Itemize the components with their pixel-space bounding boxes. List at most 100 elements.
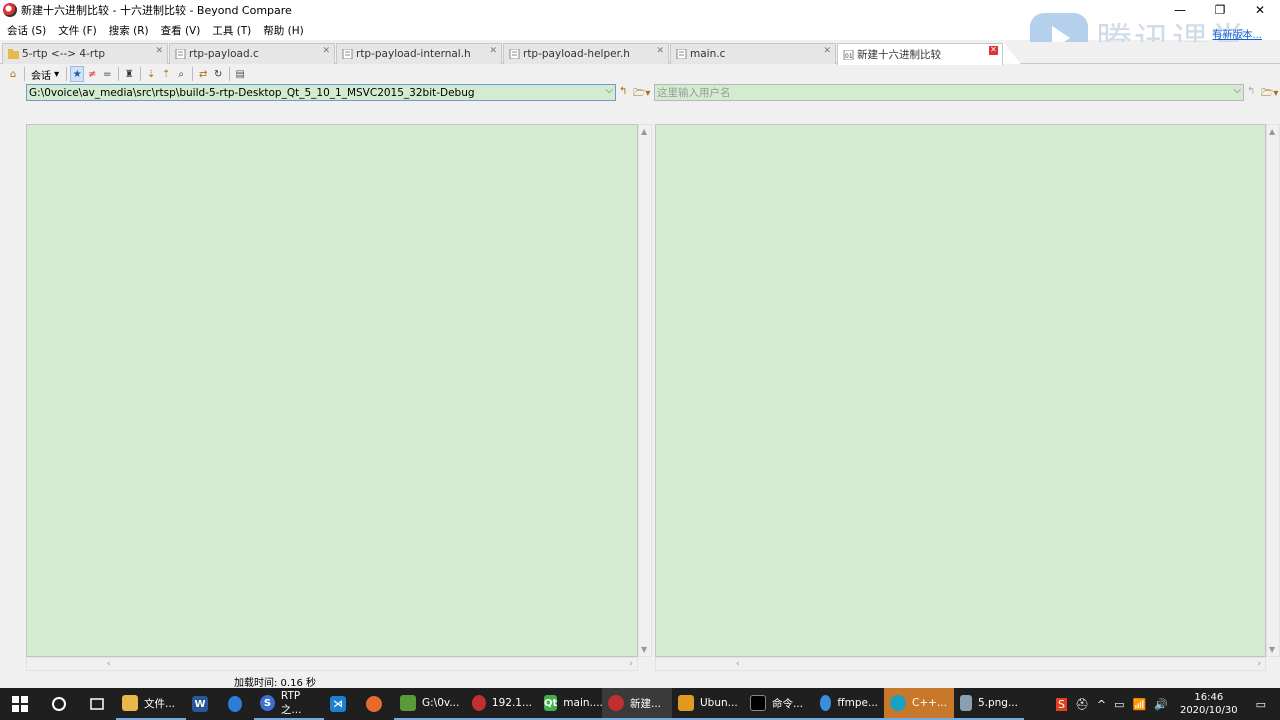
- tab-new-hex-compare[interactable]: 01 新建十六进制比较 ✕: [837, 43, 1003, 65]
- scroll-right-icon[interactable]: ›: [1257, 659, 1261, 669]
- close-tab-icon[interactable]: ✕: [322, 46, 330, 56]
- windows-icon: [12, 696, 28, 712]
- find-binoculars-icon[interactable]: ⌕: [174, 66, 188, 82]
- scroll-down-icon[interactable]: ▼: [1269, 645, 1275, 654]
- rules-icon[interactable]: ♜: [122, 66, 136, 82]
- right-up-folder-icon[interactable]: ↰: [1247, 86, 1255, 97]
- left-vertical-scrollbar[interactable]: ▲ ▼: [638, 124, 652, 657]
- beyond-compare-app-icon: [3, 3, 17, 17]
- new-version-link[interactable]: 有新版本...: [1212, 26, 1262, 41]
- toolbar: ⌂ 会话 ▾ ★ ≠ = ♜ ⇣ ⇡ ⌕ ⇄ ↻ ▤: [0, 65, 1280, 83]
- restore-button[interactable]: ❐: [1200, 0, 1240, 20]
- taskbar-item-label: ffmpe...: [837, 697, 878, 709]
- taskbar-item-firefox[interactable]: [360, 688, 394, 720]
- menu-tools[interactable]: 工具 (T): [205, 23, 256, 38]
- scroll-up-icon[interactable]: ▲: [1269, 127, 1275, 136]
- qq-icon[interactable]: ⛑: [1075, 698, 1089, 711]
- qt-icon: Qt: [544, 695, 558, 711]
- task-view-button[interactable]: [78, 688, 116, 720]
- home-icon[interactable]: ⌂: [6, 66, 20, 82]
- reload-icon[interactable]: ↻: [211, 66, 225, 82]
- taskbar-item-vscode[interactable]: ⋊: [324, 688, 360, 720]
- close-tab-icon[interactable]: ✕: [155, 46, 163, 56]
- close-tab-icon[interactable]: ✕: [656, 46, 664, 56]
- taskbar-item-qtcreator[interactable]: Qt main....: [538, 688, 603, 720]
- close-tab-icon[interactable]: ✕: [989, 46, 998, 55]
- close-button[interactable]: ✕: [1240, 0, 1280, 20]
- tab-label: rtp-payload.c: [189, 48, 259, 60]
- close-tab-icon[interactable]: ✕: [489, 46, 497, 56]
- taskbar-item-ffmpeg[interactable]: ffmpe...: [814, 688, 884, 720]
- wifi-icon[interactable]: 📶: [1133, 698, 1147, 711]
- menu-session[interactable]: 会话 (S): [0, 23, 51, 38]
- options-icon[interactable]: ▤: [233, 66, 247, 82]
- menu-file[interactable]: 文件 (F): [51, 23, 102, 38]
- clock[interactable]: 16:46 2020/10/30: [1180, 691, 1238, 717]
- right-browse-folder-icon[interactable]: 🗁▾: [1261, 86, 1278, 103]
- taskbar-item-cpp[interactable]: C++...: [884, 688, 954, 720]
- swap-sides-icon[interactable]: ⇄: [196, 66, 210, 82]
- right-hex-pane[interactable]: [655, 124, 1266, 657]
- toolbar-separator: [118, 67, 120, 81]
- taskbar-item-sogou[interactable]: S RTP之...: [254, 688, 324, 720]
- left-hex-pane[interactable]: [26, 124, 638, 657]
- text-compare-icon: [175, 49, 186, 59]
- folder-icon: [122, 695, 138, 711]
- scroll-up-icon[interactable]: ▲: [641, 127, 647, 136]
- toolbar-separator: [140, 67, 142, 81]
- taskbar-item-xshell[interactable]: 192.1...: [466, 688, 538, 720]
- show-same-button[interactable]: =: [100, 66, 114, 82]
- left-path-input[interactable]: G:\0voice\av_media\src\rtsp\build-5-rtp-…: [26, 84, 616, 101]
- image-viewer-icon: [960, 695, 972, 711]
- scroll-down-icon[interactable]: ▼: [641, 645, 647, 654]
- taskbar-item-vmware[interactable]: Ubun...: [672, 688, 744, 720]
- next-difference-icon[interactable]: ⇣: [144, 66, 158, 82]
- taskbar-item-beyond-compare[interactable]: 新建...: [602, 688, 672, 720]
- menu-search[interactable]: 搜索 (R): [102, 23, 154, 38]
- taskbar-item-word[interactable]: W: [186, 688, 222, 720]
- left-up-folder-icon[interactable]: ↰: [619, 86, 627, 97]
- taskbar-item-browser[interactable]: [222, 688, 254, 720]
- taskbar-item-cmd[interactable]: 命令...: [744, 688, 814, 720]
- chevron-down-icon[interactable]: ⌵: [1233, 85, 1241, 96]
- load-time-text: 加载时间: 0.16 秒: [234, 678, 316, 689]
- taskbar-item-image-viewer[interactable]: 5.png...: [954, 688, 1024, 720]
- show-differences-button[interactable]: ≠: [85, 66, 99, 82]
- chevron-down-icon[interactable]: ⌵: [605, 85, 613, 96]
- scroll-right-icon[interactable]: ›: [629, 659, 633, 669]
- menu-help[interactable]: 帮助 (H): [256, 23, 308, 38]
- volume-icon[interactable]: 🔊: [1154, 698, 1168, 711]
- window-title: 新建十六进制比较 - 十六进制比较 - Beyond Compare: [21, 4, 292, 17]
- right-horizontal-scrollbar[interactable]: ‹ ›: [655, 657, 1266, 671]
- tab-rtp-payload-internal-h[interactable]: rtp-payload-internal.h ✕: [336, 43, 502, 64]
- left-horizontal-scrollbar[interactable]: ‹ ›: [26, 657, 638, 671]
- word-icon: W: [192, 696, 208, 712]
- chevron-up-icon[interactable]: ^: [1097, 698, 1106, 711]
- start-button[interactable]: [0, 688, 40, 720]
- close-tab-icon[interactable]: ✕: [823, 46, 831, 56]
- scroll-left-icon[interactable]: ‹: [107, 659, 111, 669]
- show-all-button[interactable]: ★: [70, 66, 85, 82]
- tab-main-c[interactable]: main.c ✕: [670, 43, 836, 64]
- tab-rtp-payload-c[interactable]: rtp-payload.c ✕: [169, 43, 335, 64]
- sogou-input-icon[interactable]: S: [1055, 697, 1067, 711]
- tab-folder-compare[interactable]: 5-rtp <--> 4-rtp ✕: [2, 43, 168, 64]
- taskbar-item-notepad[interactable]: G:\0v...: [394, 688, 466, 720]
- right-path-input[interactable]: 这里输入用户名 ⌵: [654, 84, 1244, 101]
- browser-icon: [228, 696, 242, 712]
- battery-icon[interactable]: ▭: [1114, 698, 1124, 711]
- minimize-button[interactable]: —: [1160, 0, 1200, 20]
- menu-view[interactable]: 查看 (V): [154, 23, 206, 38]
- scroll-left-icon[interactable]: ‹: [736, 659, 740, 669]
- tab-rtp-payload-helper-h[interactable]: rtp-payload-helper.h ✕: [503, 43, 669, 64]
- clock-time: 16:46: [1194, 692, 1224, 703]
- cortana-button[interactable]: [40, 688, 78, 720]
- session-label: 会话: [31, 70, 51, 82]
- left-browse-folder-icon[interactable]: 🗁▾: [633, 86, 650, 103]
- notification-icon[interactable]: ▭: [1256, 698, 1266, 711]
- taskbar-item-explorer[interactable]: 文件...: [116, 688, 186, 720]
- prev-difference-icon[interactable]: ⇡: [159, 66, 173, 82]
- tab-label: rtp-payload-helper.h: [523, 48, 630, 60]
- session-dropdown[interactable]: 会话 ▾: [28, 66, 62, 82]
- right-vertical-scrollbar[interactable]: ▲ ▼: [1266, 124, 1280, 657]
